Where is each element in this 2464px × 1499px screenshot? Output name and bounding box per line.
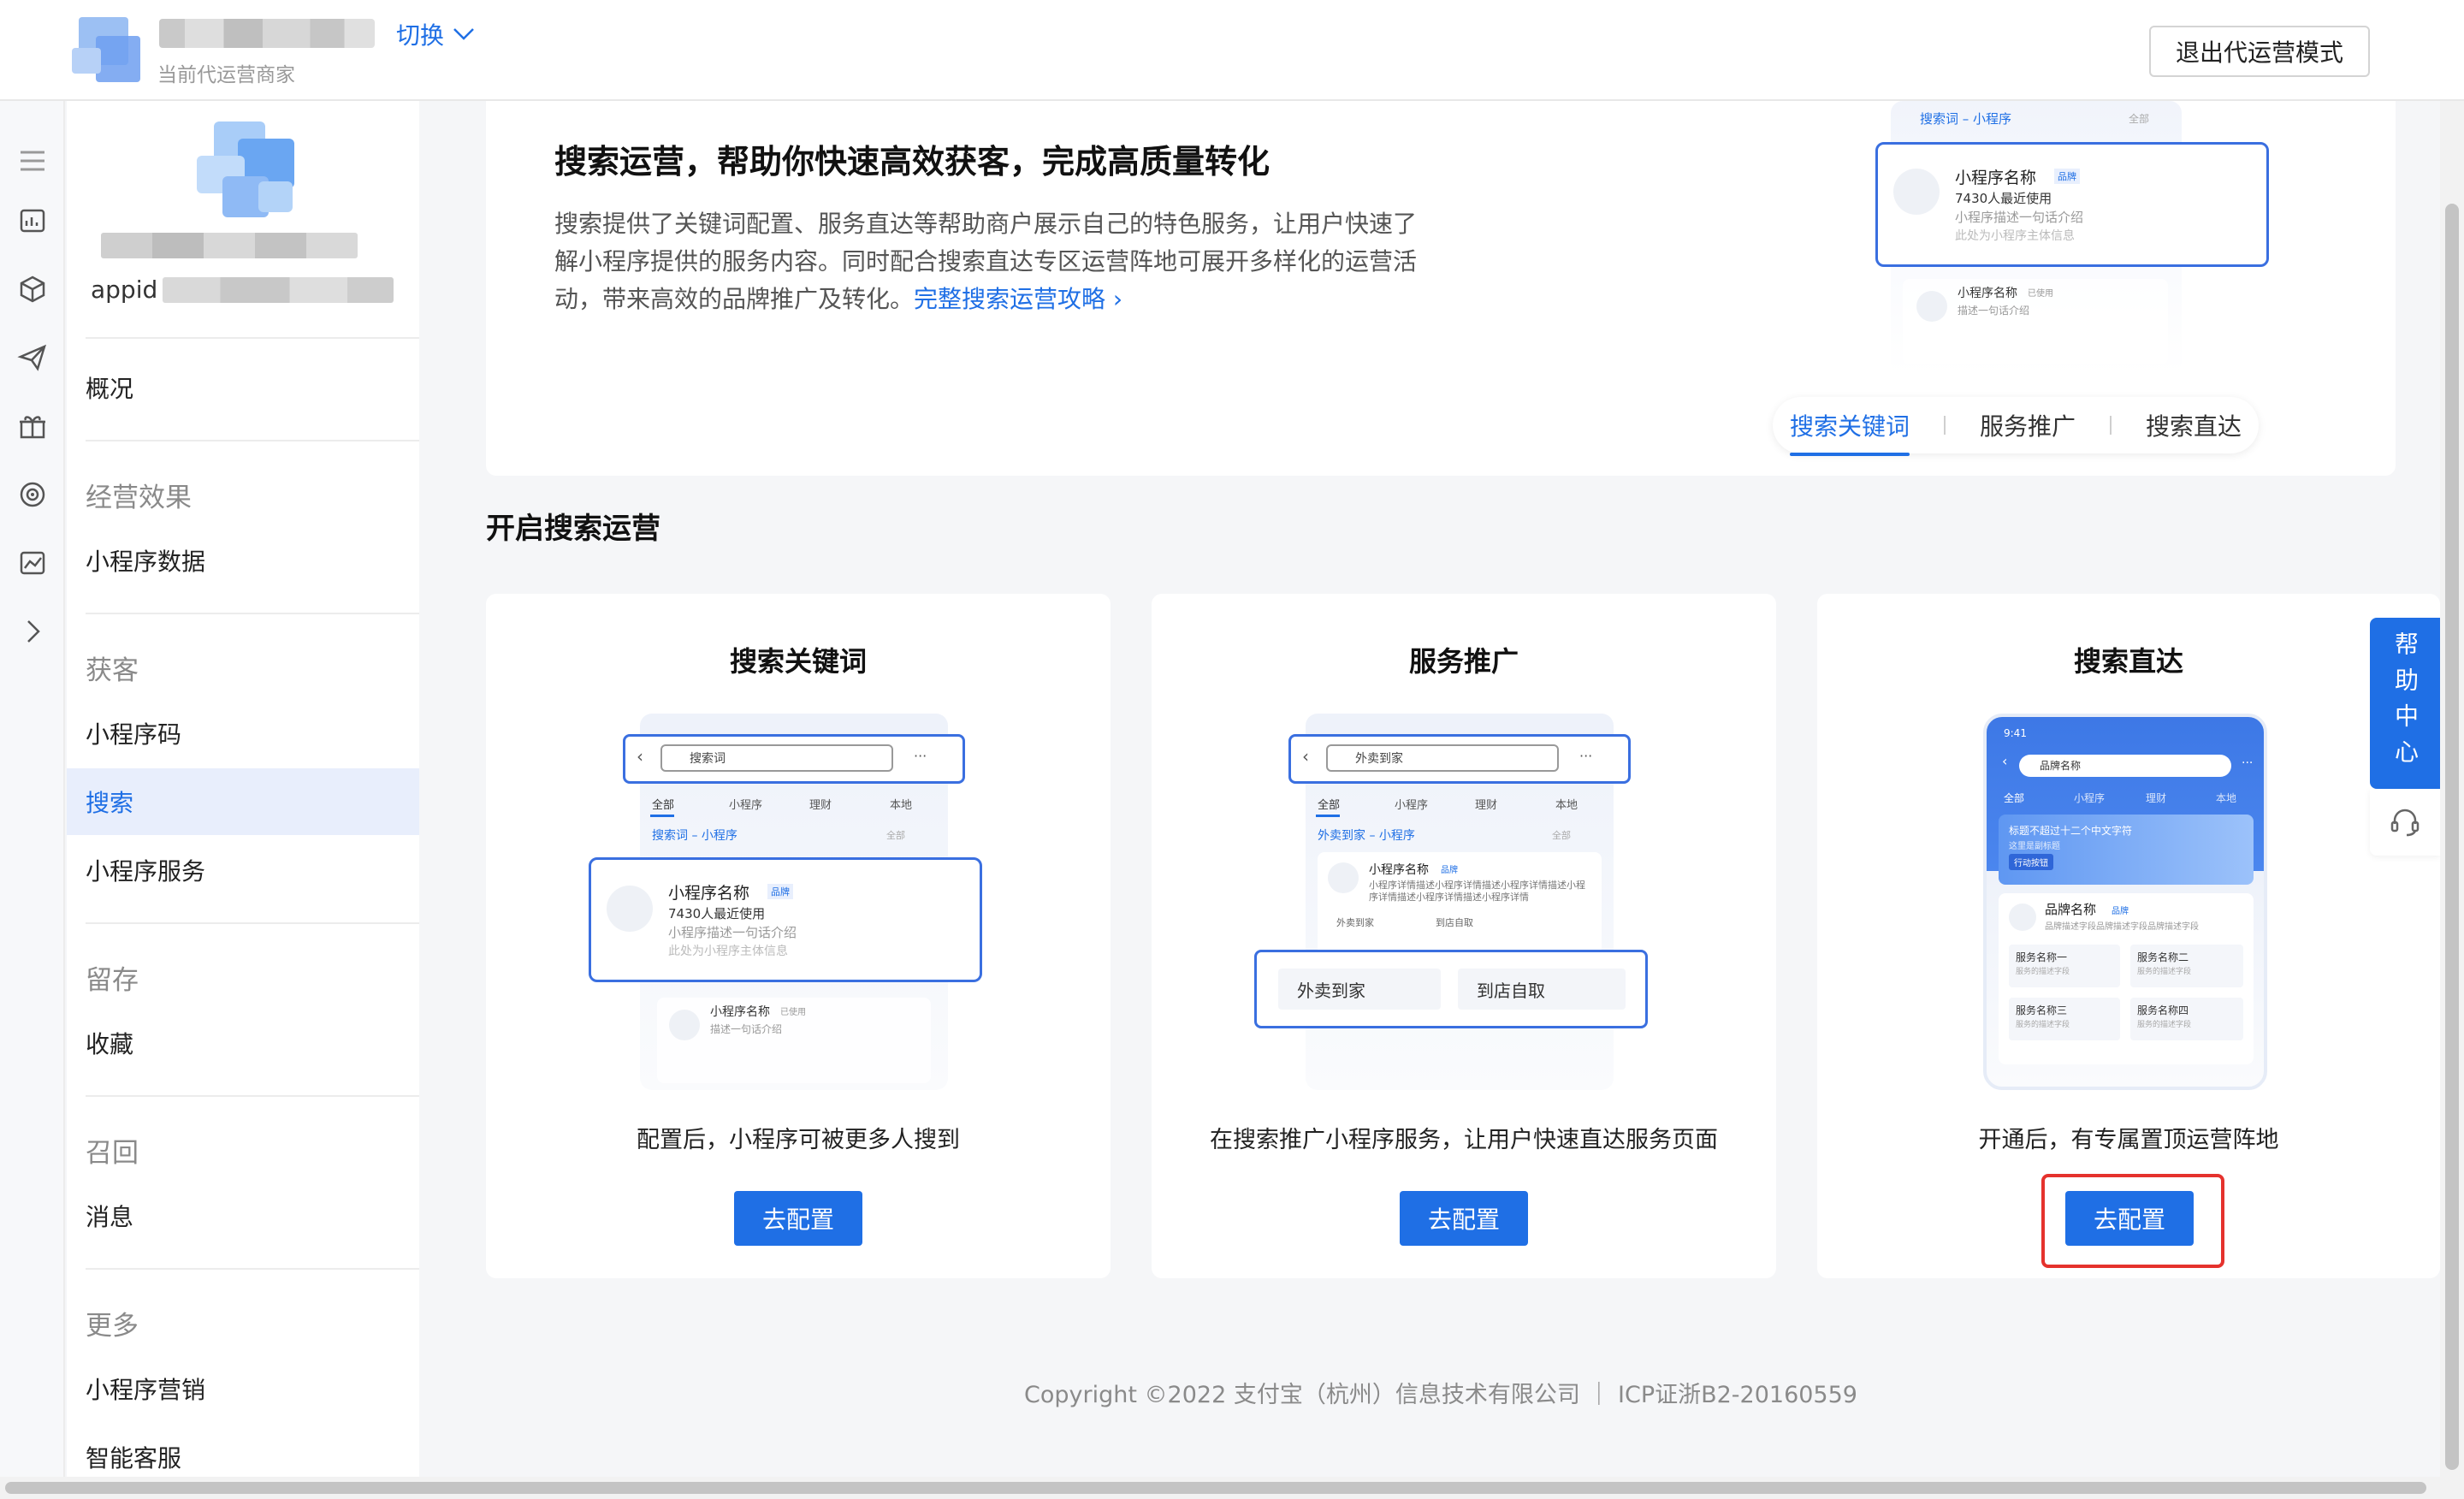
sidebar-group-retain: 留存 <box>86 965 139 996</box>
exit-agent-mode-button[interactable]: 退出代运营模式 <box>2149 26 2370 77</box>
app-avatar <box>197 121 299 221</box>
sidebar-group-effect: 经营效果 <box>86 483 192 513</box>
chart-icon[interactable] <box>17 548 48 578</box>
appid-row: appid <box>91 276 394 304</box>
cube-icon[interactable] <box>17 274 48 305</box>
appid-label: appid <box>91 276 158 304</box>
sidebar-item-search[interactable]: 搜索 <box>67 768 419 835</box>
top-bar: 切换 当前代运营商家 退出代运营模式 <box>0 0 2464 101</box>
send-icon[interactable] <box>17 342 48 373</box>
feature-card-service-promotion: 服务推广 ‹ 外卖到家 ··· 全部 小程序 理财 本地 外卖到家 – 小程序 … <box>1152 594 1776 1278</box>
headset-icon <box>2390 809 2420 837</box>
sidebar-item-mini-marketing[interactable]: 小程序营销 <box>86 1355 419 1422</box>
horizontal-scrollbar[interactable] <box>0 1477 2440 1499</box>
feature-description: 配置后，小程序可被更多人搜到 <box>637 1127 960 1153</box>
target-icon[interactable] <box>17 479 48 510</box>
feature-description: 开通后，有专属置顶运营阵地 <box>1978 1127 2279 1153</box>
sidebar-item-mini-service[interactable]: 小程序服务 <box>86 837 419 904</box>
sidebar-group-acquire: 获客 <box>86 655 139 686</box>
customer-service-button[interactable] <box>2370 789 2440 856</box>
sidebar-group-more: 更多 <box>86 1311 139 1342</box>
chevron-right-icon[interactable] <box>17 616 48 647</box>
divider <box>86 337 419 339</box>
menu-icon[interactable] <box>17 145 48 176</box>
divider <box>86 1095 419 1097</box>
sidebar-item-mini-code[interactable]: 小程序码 <box>86 700 419 767</box>
intro-phone-mockup: 搜索词 – 小程序 全部 小程序名称 品牌 7430人最近使用 小程序描述一句话… <box>1838 101 2283 383</box>
help-center-button[interactable]: 帮助中心 <box>2370 618 2440 789</box>
intro-card: 搜索运营，帮助你快速高效获客，完成高质量转化 搜索提供了关键词配置、服务直达等帮… <box>486 101 2396 476</box>
highlight-box <box>2041 1174 2224 1268</box>
feature-title: 搜索关键词 <box>729 645 867 678</box>
tab-service-promotion[interactable]: 服务推广 <box>1980 408 2076 442</box>
feature-description: 在搜索推广小程序服务，让用户快速直达服务页面 <box>1210 1127 1718 1153</box>
service-phone-mockup: ‹ 外卖到家 ··· 全部 小程序 理财 本地 外卖到家 – 小程序 全部 小程… <box>1254 714 1665 1090</box>
merchant-logo <box>72 17 140 82</box>
feature-card-search-keyword: 搜索关键词 ‹ 搜索词 ··· 全部 小程序 理财 本地 搜索词 – 小程序 全… <box>486 594 1111 1278</box>
configure-service-button[interactable]: 去配置 <box>1400 1191 1528 1246</box>
sidebar-group-recall: 召回 <box>86 1138 139 1169</box>
feature-title: 服务推广 <box>1408 645 1519 678</box>
tab-search-keyword[interactable]: 搜索关键词 <box>1789 408 1910 456</box>
intro-tab-switcher: 搜索关键词 服务推广 搜索直达 <box>1773 397 2259 456</box>
tab-search-direct[interactable]: 搜索直达 <box>2146 408 2242 442</box>
vertical-scrollbar[interactable] <box>2440 101 2464 1499</box>
chevron-down-icon <box>453 28 474 40</box>
direct-phone-mockup: 9:41 ‹ 品牌名称 ··· 全部 小程序 理财 本地 标题不超过十二个中文字… <box>1920 714 2331 1090</box>
merchant-subtitle: 当前代运营商家 <box>157 64 295 86</box>
divider <box>86 1268 419 1270</box>
gift-icon[interactable] <box>17 411 48 441</box>
merchant-name-blurred <box>159 19 375 48</box>
configure-keyword-button[interactable]: 去配置 <box>734 1191 862 1246</box>
footer-copyright: Copyright ©2022 支付宝（杭州）信息技术有限公司 ｜ ICP证浙B… <box>1024 1382 1857 1408</box>
keyword-phone-mockup: ‹ 搜索词 ··· 全部 小程序 理财 本地 搜索词 – 小程序 全部 小程序名… <box>589 714 999 1090</box>
divider <box>86 922 419 924</box>
intro-description: 搜索提供了关键词配置、服务直达等帮助商户展示自己的特色服务，让用户快速了解小程序… <box>554 210 1418 313</box>
divider <box>86 440 419 441</box>
divider <box>86 613 419 614</box>
sidebar-item-overview[interactable]: 概况 <box>86 354 419 421</box>
sidebar: appid 概况 经营效果 小程序数据 获客 小程序码 搜索 小程序服务 留存 … <box>67 101 419 1499</box>
section-title: 开启搜索运营 <box>486 512 660 546</box>
app-name-blurred <box>101 233 358 258</box>
sidebar-item-favorite[interactable]: 收藏 <box>86 1010 419 1076</box>
dashboard-icon[interactable] <box>17 205 48 236</box>
feature-title: 搜索直达 <box>2073 645 2183 678</box>
switch-merchant-button[interactable]: 切换 <box>396 17 475 51</box>
icon-rail <box>0 101 65 1499</box>
appid-value-blurred <box>163 276 394 303</box>
switch-label: 切换 <box>396 21 445 50</box>
sidebar-item-mini-data[interactable]: 小程序数据 <box>86 527 419 594</box>
intro-title: 搜索运营，帮助你快速高效获客，完成高质量转化 <box>554 143 1270 181</box>
strategy-link[interactable]: 完整搜索运营攻略 › <box>914 285 1122 313</box>
sidebar-item-message[interactable]: 消息 <box>86 1182 419 1249</box>
